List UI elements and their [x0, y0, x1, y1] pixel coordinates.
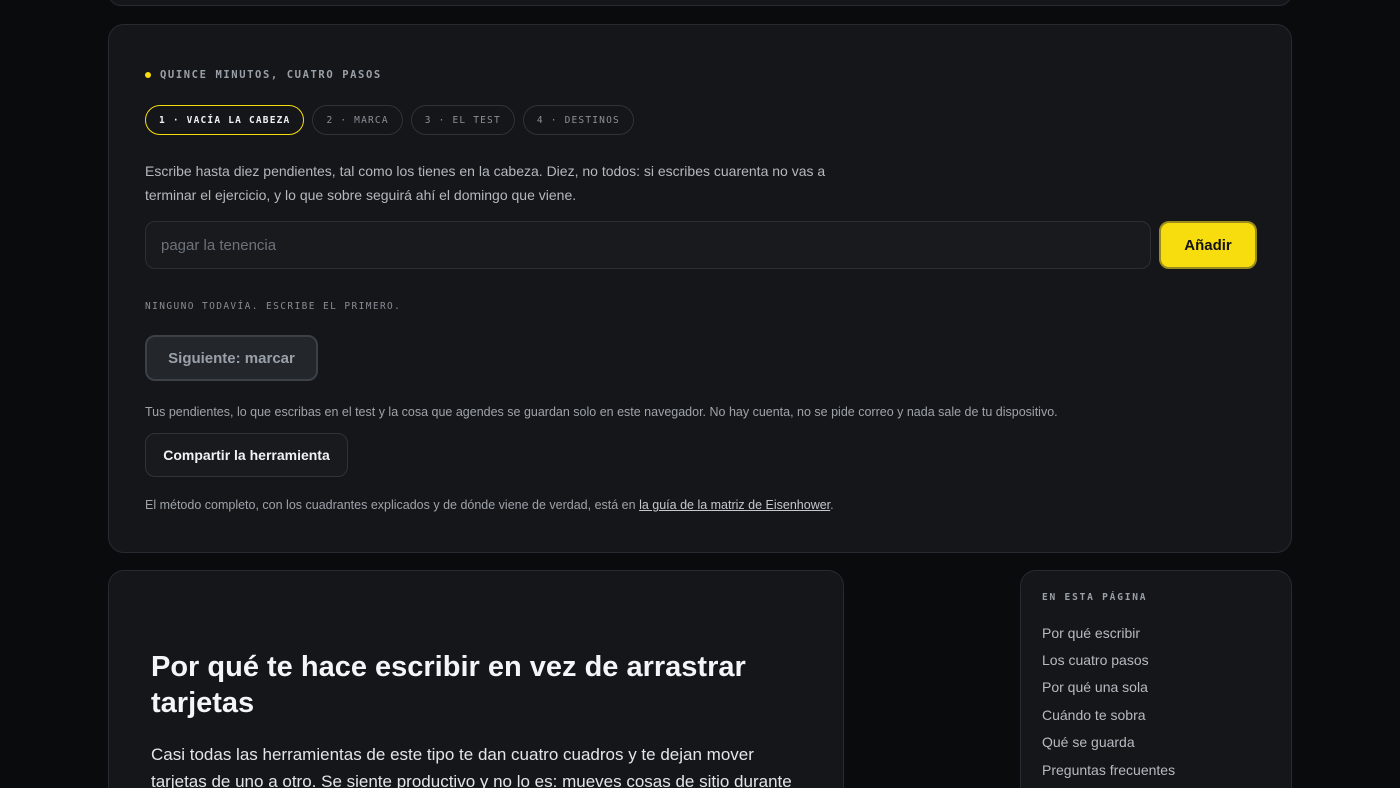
- article-title: Por qué te hace escribir en vez de arras…: [151, 651, 746, 719]
- accent-dot-icon: [145, 72, 151, 78]
- toc-list: Por qué escribir Los cuatro pasos Por qu…: [1042, 619, 1175, 783]
- method-prefix: El método completo, con los cuadrantes e…: [145, 498, 640, 512]
- toc-link-cuando-sobra[interactable]: Cuándo te sobra: [1042, 707, 1146, 723]
- step-intro: Escribe hasta diez pendientes, tal como …: [145, 163, 826, 203]
- method-note: El método completo, con los cuadrantes e…: [145, 498, 834, 512]
- toc-link-que-se-guarda[interactable]: Qué se guarda: [1042, 734, 1135, 750]
- task-entry-row: Añadir: [145, 221, 1257, 269]
- toc-title: En esta página: [1042, 592, 1148, 603]
- tab-step-3[interactable]: 3 · El test: [410, 105, 515, 135]
- toc-link-una-sola[interactable]: Por qué una sola: [1042, 679, 1148, 695]
- previous-section-card: [108, 0, 1292, 6]
- article-card: Por qué te hace escribir en vez de arras…: [108, 570, 844, 788]
- toc-link-preguntas[interactable]: Preguntas frecuentes: [1042, 762, 1175, 778]
- privacy-note: Tus pendientes, lo que escribas en el te…: [145, 405, 1058, 419]
- share-tool-button[interactable]: Compartir la herramienta: [145, 433, 348, 477]
- eisenhower-tool-card: Quince minutos, cuatro pasos 1 · Vacía l…: [108, 24, 1292, 553]
- toc-item: Preguntas frecuentes: [1042, 756, 1175, 783]
- eisenhower-guide-link[interactable]: la guía de la matriz de Eisenhower: [639, 498, 830, 512]
- toc-item: Qué se guarda: [1042, 729, 1175, 756]
- toc-item: Por qué una sola: [1042, 674, 1175, 701]
- add-task-button[interactable]: Añadir: [1159, 221, 1257, 269]
- toc-item: Cuándo te sobra: [1042, 701, 1175, 728]
- table-of-contents: En esta página Por qué escribir Los cuat…: [1020, 570, 1292, 788]
- next-step-button[interactable]: Siguiente: marcar: [145, 335, 318, 381]
- tab-step-4[interactable]: 4 · Destinos: [522, 105, 634, 135]
- tab-step-1[interactable]: 1 · Vacía la cabeza: [145, 105, 305, 135]
- task-input[interactable]: [145, 221, 1151, 269]
- toc-link-por-que-escribir[interactable]: Por qué escribir: [1042, 625, 1140, 641]
- tool-eyebrow: Quince minutos, cuatro pasos: [145, 69, 382, 81]
- eyebrow-label: Quince minutos, cuatro pasos: [160, 69, 382, 81]
- tab-step-2[interactable]: 2 · Marca: [312, 105, 403, 135]
- toc-item: Los cuatro pasos: [1042, 646, 1175, 673]
- toc-item: Por qué escribir: [1042, 619, 1175, 646]
- empty-list-note: Ninguno todavía. Escribe el primero.: [145, 301, 402, 312]
- method-suffix: .: [830, 498, 834, 512]
- toc-link-cuatro-pasos[interactable]: Los cuatro pasos: [1042, 652, 1149, 668]
- step-tabs: 1 · Vacía la cabeza 2 · Marca 3 · El tes…: [145, 105, 634, 135]
- article-body: Casi todas las herramientas de este tipo…: [151, 745, 792, 788]
